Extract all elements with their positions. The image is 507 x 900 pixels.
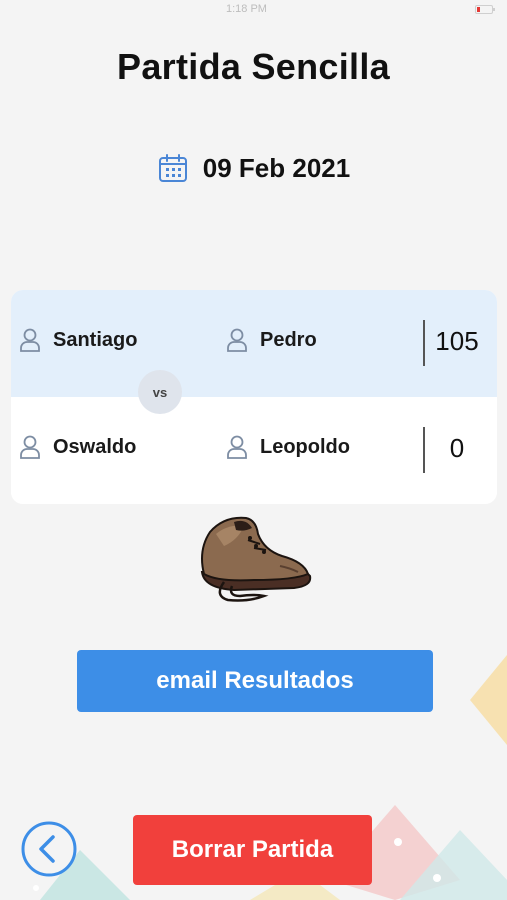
player-santiago: Santiago [19, 328, 137, 352]
shoe-icon [200, 516, 312, 602]
player-pedro: Pedro [226, 328, 317, 352]
team-1-score: 105 [435, 326, 479, 356]
status-time: 1:18 PM [226, 3, 267, 15]
player-name: Leopoldo [260, 435, 350, 458]
player-leopoldo: Leopoldo [226, 435, 350, 459]
battery-icon [475, 5, 495, 14]
score-divider [423, 320, 425, 366]
team-row-2: Oswaldo Leopoldo 0 [11, 397, 497, 504]
calendar-icon [158, 154, 187, 182]
user-icon [227, 328, 247, 352]
back-button[interactable] [20, 820, 78, 878]
player-name: Oswaldo [53, 435, 137, 458]
user-icon [20, 328, 40, 352]
score-divider [423, 427, 425, 473]
date-text: 09 Feb 2021 [202, 152, 351, 183]
user-icon [20, 435, 40, 459]
player-name: Santiago [53, 328, 138, 351]
page-title: Partida Sencilla [117, 46, 390, 87]
player-name: Pedro [260, 328, 317, 351]
team-row-1: Santiago Pedro 105 [11, 290, 497, 397]
vs-badge: vs [138, 370, 182, 414]
user-icon [227, 435, 247, 459]
team-2-score: 0 [449, 433, 465, 463]
delete-match-button[interactable]: Borrar Partida [133, 815, 372, 885]
email-results-button[interactable]: email Resultados [77, 650, 433, 712]
match-card: Santiago Pedro 105 Oswaldo Leopoldo 0 vs [11, 290, 497, 504]
status-bar: 1:18 PM [0, 0, 507, 20]
chevron-left-icon [39, 835, 55, 863]
player-oswaldo: Oswaldo [19, 435, 136, 459]
match-date: 09 Feb 2021 [0, 148, 507, 188]
